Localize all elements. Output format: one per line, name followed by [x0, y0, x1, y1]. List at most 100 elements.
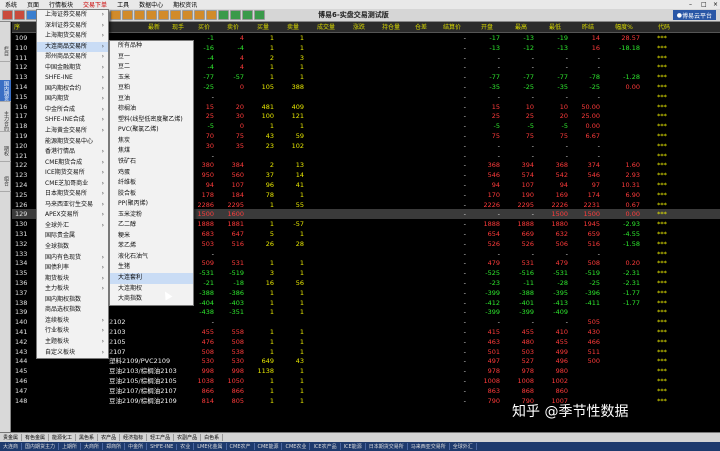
- exchange-menu-item[interactable]: SHFE-INE合成 ›: [37, 115, 108, 126]
- dalian-menu-item[interactable]: 所有品种: [110, 41, 193, 52]
- dalian-menu-item[interactable]: 豆油: [110, 94, 193, 105]
- dalian-menu-item[interactable]: 玉米淀粉: [110, 210, 193, 221]
- exchange-menu-item[interactable]: 主题板块 ›: [37, 337, 108, 348]
- bottom-tab[interactable]: 贵金属: [0, 434, 23, 441]
- toolbar-button[interactable]: [230, 10, 241, 20]
- menu-data-center[interactable]: 数据中心: [134, 0, 168, 9]
- minimize-icon[interactable]: –: [684, 1, 696, 8]
- status-tab[interactable]: 郑商所: [103, 443, 126, 450]
- exchange-menu-item[interactable]: 上海黄金交易所 ›: [37, 126, 108, 137]
- dalian-menu-item[interactable]: 焦煤: [110, 146, 193, 157]
- status-tab[interactable]: 上期所: [59, 443, 82, 450]
- exchange-menu-item[interactable]: 商品选权指数: [37, 305, 108, 316]
- dalian-menu-item[interactable]: 豆粕: [110, 83, 193, 94]
- exchange-menu-item[interactable]: 上海期货交易所 ›: [37, 31, 108, 42]
- exchange-menu-item[interactable]: 中金所合成 ›: [37, 105, 108, 116]
- dalian-menu-item[interactable]: 乙二醇: [110, 220, 193, 231]
- exchange-menu-item[interactable]: 上海证券交易所 ›: [37, 10, 108, 21]
- menu-market-sectors[interactable]: 行情板块: [44, 0, 78, 9]
- dalian-menu-item[interactable]: 纤维板: [110, 178, 193, 189]
- exchange-menu-item[interactable]: CME芝加哥商业 ›: [37, 179, 108, 190]
- exchange-menu-item[interactable]: 国内期货 ›: [37, 94, 108, 105]
- dalian-menu-item[interactable]: 玉米: [110, 73, 193, 84]
- exchange-menu-item[interactable]: 自定义板块 ›: [37, 348, 108, 359]
- table-row[interactable]: 140 2102 - - - - - 505 ***: [12, 317, 720, 327]
- exchange-menu-item[interactable]: 马来西亚衍生交易 ›: [37, 200, 108, 211]
- column-header[interactable]: 开盘: [470, 22, 504, 33]
- toolbar-button[interactable]: [254, 10, 265, 20]
- exchange-menu-item[interactable]: 主力板块 ›: [37, 284, 108, 295]
- exchange-menu-item[interactable]: 能源期货交易中心: [37, 137, 108, 148]
- dalian-menu-item[interactable]: 苯乙烯: [110, 241, 193, 252]
- toolbar-button[interactable]: [206, 10, 217, 20]
- exchange-menu-item[interactable]: 中国金融期货 ›: [37, 63, 108, 74]
- menu-tools[interactable]: 工具: [112, 0, 134, 9]
- toolbar-button[interactable]: [242, 10, 253, 20]
- dalian-menu-item[interactable]: 铁矿石: [110, 157, 193, 168]
- dalian-menu-item[interactable]: 大连套利: [110, 273, 193, 284]
- close-icon[interactable]: ×: [708, 1, 720, 8]
- column-header[interactable]: 买量: [248, 22, 278, 33]
- column-header[interactable]: 幅度%: [604, 22, 644, 33]
- sidebar-tab[interactable]: 栏目: [0, 40, 11, 62]
- exchange-menu-item[interactable]: 香港行情品 ›: [37, 147, 108, 158]
- menu-trade-order[interactable]: 交易下单: [78, 0, 112, 9]
- status-tab[interactable]: 马来西亚交易所: [408, 443, 450, 450]
- bottom-tab[interactable]: 能源化工: [49, 434, 77, 441]
- exchange-menu-item[interactable]: 全球外汇 ›: [37, 221, 108, 232]
- exchange-menu-item[interactable]: 日本期货交易所 ›: [37, 189, 108, 200]
- column-header[interactable]: 昨结: [572, 22, 604, 33]
- status-tab[interactable]: 大商所: [81, 443, 104, 450]
- exchange-menu-item[interactable]: 行业板块 ›: [37, 326, 108, 337]
- exchange-menu-item[interactable]: 郑州商品交易所 ›: [37, 52, 108, 63]
- user-account[interactable]: ● 博易云平台: [672, 10, 716, 20]
- toolbar-button[interactable]: [182, 10, 193, 20]
- sidebar-tab[interactable]: 组合: [0, 170, 11, 192]
- status-tab[interactable]: LME化金属: [194, 443, 227, 450]
- toolbar-button[interactable]: [134, 10, 145, 20]
- dalian-menu-item[interactable]: PVC(聚氯乙烯): [110, 125, 193, 136]
- exchange-menu-item[interactable]: 大连商品交易所 ›: [37, 41, 108, 53]
- status-tab[interactable]: 全球外汇: [450, 443, 477, 450]
- column-header[interactable]: 最新: [142, 22, 166, 33]
- table-row[interactable]: 142 2105 476 508 1 1 - 463 480 455 466 ***: [12, 337, 720, 347]
- status-tab[interactable]: 大连商: [0, 443, 23, 450]
- exchange-menu-item[interactable]: 深圳证券交易所 ›: [37, 21, 108, 32]
- table-row[interactable]: 144 塑料2109/PVC2109 530 530 649 43 - 497 527 496 50…: [12, 356, 720, 366]
- exchange-menu-item[interactable]: ICE期货交易所 ›: [37, 168, 108, 179]
- table-row[interactable]: 139 -438 -351 1 1 - -399 -399 -409 ***: [12, 307, 720, 317]
- column-header[interactable]: 最高: [504, 22, 538, 33]
- dalian-menu-item[interactable]: 棕榈油: [110, 104, 193, 115]
- dalian-menu-item[interactable]: 大商指数: [110, 294, 193, 305]
- dalian-menu-item[interactable]: 豆一: [110, 52, 193, 63]
- sidebar-tab[interactable]: 国内期货: [0, 80, 11, 102]
- table-row[interactable]: 146 豆油2105/棕榈油2105 1038 1050 1 1 - 1008 1008 1002…: [12, 376, 720, 386]
- toolbar-button[interactable]: [170, 10, 181, 20]
- exchange-menu-item[interactable]: CME期货合成 ›: [37, 158, 108, 169]
- toolbar-button[interactable]: [218, 10, 229, 20]
- exchange-menu-item[interactable]: 连续板块 ›: [37, 316, 108, 327]
- toolbar-button[interactable]: [122, 10, 133, 20]
- table-row[interactable]: 145 豆油2103/棕榈油2103 998 998 1138 1 - 978 978 980 **…: [12, 366, 720, 376]
- exchange-menu-item[interactable]: APEX交易所 ›: [37, 210, 108, 221]
- dalian-menu-item[interactable]: 胶合板: [110, 189, 193, 200]
- column-header[interactable]: 持仓量: [374, 22, 408, 33]
- status-tab[interactable]: 国内期货主力: [22, 443, 60, 450]
- table-row[interactable]: 141 2103 455 558 1 1 - 415 455 410 430 ***: [12, 327, 720, 337]
- toolbar-button[interactable]: [14, 10, 25, 20]
- dalian-menu-item[interactable]: 塑料(线型低密度聚乙烯): [110, 115, 193, 126]
- column-header[interactable]: 成交量: [308, 22, 344, 33]
- status-tab[interactable]: CME农产: [227, 443, 255, 450]
- status-tab[interactable]: 日本期货交易所: [366, 443, 408, 450]
- column-header[interactable]: 买价: [190, 22, 218, 33]
- dalian-menu-item[interactable]: 大连期权: [110, 284, 193, 295]
- column-header[interactable]: 卖价: [218, 22, 248, 33]
- bottom-tab[interactable]: 农产品: [98, 434, 121, 441]
- dalian-menu-item[interactable]: 豆二: [110, 62, 193, 73]
- bottom-tab[interactable]: 白色系: [201, 434, 224, 441]
- column-header[interactable]: 序: [14, 22, 34, 33]
- bottom-tab[interactable]: 有色金属: [22, 434, 50, 441]
- sidebar-tab[interactable]: 主力合约: [0, 110, 11, 132]
- exchange-menu-item[interactable]: 国债利率 ›: [37, 263, 108, 274]
- dalian-menu-item[interactable]: 液化石油气: [110, 252, 193, 263]
